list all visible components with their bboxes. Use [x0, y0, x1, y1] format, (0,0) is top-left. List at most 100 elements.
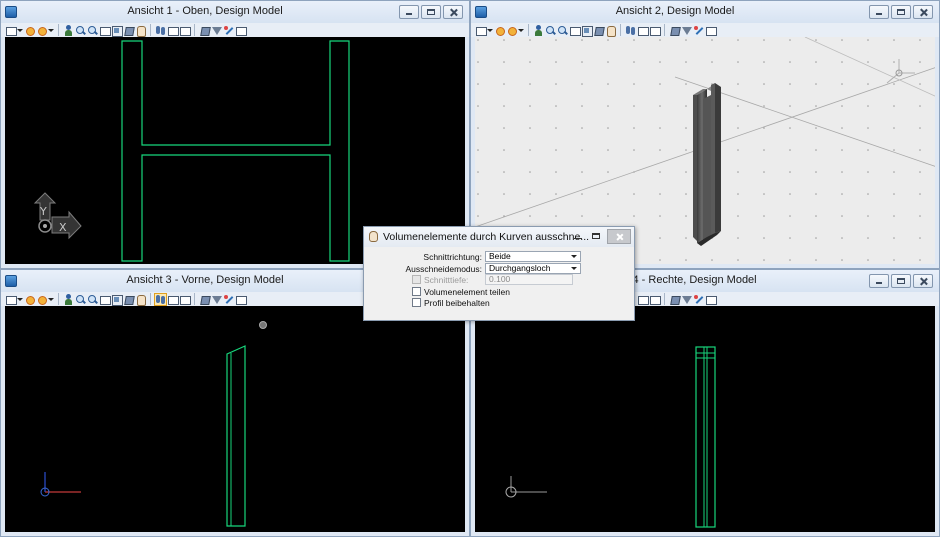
dropdown-icon[interactable] — [518, 25, 524, 36]
dialog-titlebar[interactable]: Volumenelemente durch Kurven ausschne... — [364, 227, 634, 247]
view-4-axis-triad — [505, 476, 547, 498]
window-area-icon[interactable] — [99, 294, 111, 305]
fit-view-icon[interactable] — [111, 25, 123, 37]
toolbar-separator — [58, 293, 59, 305]
rotate-view-icon[interactable] — [123, 294, 134, 305]
display-style-icon[interactable] — [235, 25, 247, 36]
walk-icon[interactable] — [533, 24, 544, 36]
next-view-icon[interactable] — [167, 25, 179, 36]
display-style-icon[interactable] — [705, 25, 717, 36]
window-area-icon[interactable] — [99, 25, 111, 36]
copy-view-icon[interactable] — [179, 294, 191, 305]
clip-volume-icon[interactable] — [199, 294, 210, 305]
camera-icon[interactable] — [693, 25, 704, 36]
zoom-out-icon[interactable] — [87, 25, 98, 36]
toolbar-separator — [664, 24, 665, 36]
light-icon[interactable] — [506, 25, 517, 36]
clip-volume-icon[interactable] — [669, 294, 680, 305]
walk-icon[interactable] — [63, 293, 74, 305]
maximize-button[interactable] — [421, 5, 441, 19]
maximize-button[interactable] — [891, 5, 911, 19]
view-3-viewport[interactable] — [5, 306, 465, 532]
split-solid-label: Volumenelement teilen — [424, 287, 511, 297]
toolbar-separator — [528, 24, 529, 36]
rotate-view-icon[interactable] — [123, 25, 134, 36]
render-icon[interactable] — [24, 294, 35, 305]
close-button[interactable] — [443, 5, 463, 19]
minimize-button[interactable] — [399, 5, 419, 19]
dropdown-icon[interactable] — [17, 25, 23, 36]
minimize-button[interactable] — [869, 274, 889, 288]
copy-view-icon[interactable] — [649, 25, 661, 36]
light-icon[interactable] — [36, 294, 47, 305]
zoom-out-icon[interactable] — [557, 25, 568, 36]
zoom-in-icon[interactable] — [75, 25, 86, 36]
rotate-view-icon[interactable] — [593, 25, 604, 36]
split-solid-checkbox[interactable] — [412, 287, 421, 296]
walk-icon[interactable] — [63, 24, 74, 36]
next-view-icon[interactable] — [167, 294, 179, 305]
zoom-in-icon[interactable] — [75, 294, 86, 305]
view-3-title: Ansicht 3 - Vorne, Design Model — [126, 274, 284, 286]
dialog-maximize-button[interactable] — [590, 231, 602, 243]
display-style-icon[interactable] — [235, 294, 247, 305]
cut-depth-checkbox[interactable] — [412, 275, 421, 284]
zoom-out-icon[interactable] — [87, 294, 98, 305]
view-2-titlebar[interactable]: Ansicht 2, Design Model — [471, 1, 939, 23]
toolbar-separator — [194, 24, 195, 36]
view-attributes-icon[interactable] — [5, 294, 17, 305]
copy-view-icon[interactable] — [649, 294, 661, 305]
view-4-viewport[interactable] — [475, 306, 935, 532]
camera-icon[interactable] — [693, 294, 704, 305]
display-style-icon[interactable] — [705, 294, 717, 305]
toolbar-separator — [620, 24, 621, 36]
dropdown-icon[interactable] — [48, 25, 54, 36]
axis-y-label: Y — [39, 205, 47, 218]
cut-mode-label: Ausschneidemodus: — [405, 264, 482, 274]
close-button[interactable] — [913, 5, 933, 19]
dialog-title: Volumenelemente durch Kurven ausschne... — [383, 231, 590, 243]
fit-view-icon[interactable] — [111, 294, 123, 306]
pan-icon[interactable] — [135, 294, 146, 306]
dropdown-icon[interactable] — [48, 294, 54, 305]
maximize-button[interactable] — [891, 274, 911, 288]
camera-icon[interactable] — [223, 25, 234, 36]
previous-view-icon[interactable] — [625, 25, 636, 36]
minimize-button[interactable] — [869, 5, 889, 19]
cut-solids-by-curves-dialog[interactable]: Volumenelemente durch Kurven ausschne...… — [363, 226, 635, 321]
view-attributes-icon[interactable] — [5, 25, 17, 36]
render-icon[interactable] — [24, 25, 35, 36]
clip-mask-icon[interactable] — [211, 294, 222, 305]
dropdown-icon[interactable] — [17, 294, 23, 305]
cut-direction-select[interactable]: Beide — [485, 251, 581, 262]
next-view-icon[interactable] — [637, 25, 649, 36]
view-1-titlebar[interactable]: Ansicht 1 - Oben, Design Model — [1, 1, 469, 23]
previous-view-icon[interactable] — [155, 25, 166, 36]
pan-icon[interactable] — [605, 25, 616, 37]
dialog-close-button[interactable] — [607, 229, 631, 244]
app-icon — [5, 275, 17, 287]
window-area-icon[interactable] — [569, 25, 581, 36]
camera-icon[interactable] — [223, 294, 234, 305]
previous-view-icon[interactable] — [154, 292, 167, 306]
clip-mask-icon[interactable] — [211, 25, 222, 36]
view-attributes-icon[interactable] — [475, 25, 487, 36]
clip-mask-icon[interactable] — [681, 294, 692, 305]
cut-mode-select[interactable]: Durchgangsloch — [485, 263, 581, 274]
next-view-icon[interactable] — [637, 294, 649, 305]
dropdown-icon[interactable] — [487, 25, 493, 36]
copy-view-icon[interactable] — [179, 25, 191, 36]
light-icon[interactable] — [36, 25, 47, 36]
keep-profile-checkbox[interactable] — [412, 298, 421, 307]
clip-volume-icon[interactable] — [199, 25, 210, 36]
dialog-minimize-button[interactable] — [572, 231, 584, 243]
fit-view-icon[interactable] — [581, 25, 593, 37]
clip-mask-icon[interactable] — [681, 25, 692, 36]
render-icon[interactable] — [494, 25, 505, 36]
pan-icon[interactable] — [135, 25, 146, 37]
cut-depth-input[interactable]: 0.100 — [485, 274, 573, 285]
h-beam-top-outline — [121, 40, 350, 262]
zoom-in-icon[interactable] — [545, 25, 556, 36]
close-button[interactable] — [913, 274, 933, 288]
clip-volume-icon[interactable] — [669, 25, 680, 36]
